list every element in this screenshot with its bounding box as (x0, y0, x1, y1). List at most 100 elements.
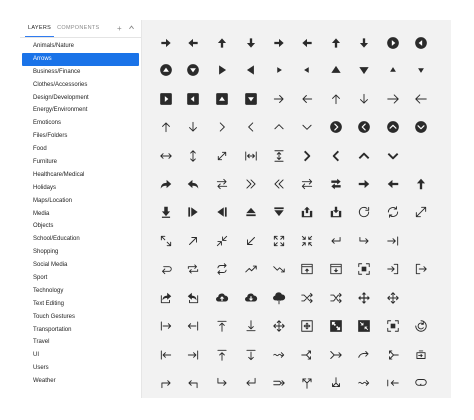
category-item[interactable]: UI (20, 349, 141, 362)
chevron-double-left-icon[interactable] (266, 171, 293, 198)
arrow-right-to-bar-alt-icon[interactable] (180, 342, 207, 369)
expand-corners-icon[interactable] (153, 228, 180, 255)
return-left-icon[interactable] (323, 228, 350, 255)
arrow-up-filled-icon[interactable] (323, 30, 350, 57)
cloud-download-icon[interactable] (238, 285, 265, 312)
triangle-left-icon[interactable] (238, 57, 265, 84)
category-item[interactable]: Maps/Location (20, 195, 141, 208)
category-item[interactable]: School/Education (20, 233, 141, 246)
arrow-right-to-bar-icon[interactable] (153, 313, 180, 340)
shrink-diagonal-icon[interactable] (209, 228, 236, 255)
triangle-down-small-icon[interactable] (408, 57, 435, 84)
chevron-double-right-icon[interactable] (238, 171, 265, 198)
square-triangle-up-icon[interactable] (209, 86, 236, 113)
shuffle-alt-icon[interactable] (323, 285, 350, 312)
download-box-icon[interactable] (323, 199, 350, 226)
category-item[interactable]: Objects (20, 220, 141, 233)
category-item[interactable]: Furniture (20, 156, 141, 169)
corner-down-right-icon[interactable] (209, 370, 236, 397)
arrow-up-filled-icon[interactable] (209, 30, 236, 57)
arrow-right-filled-icon[interactable] (266, 30, 293, 57)
cloud-upload-alt-icon[interactable] (266, 285, 293, 312)
swap-horizontal-bold-icon[interactable] (323, 171, 350, 198)
corner-up-right-icon[interactable] (153, 370, 180, 397)
arrow-split-down-icon[interactable] (323, 370, 350, 397)
arrows-vertical-bar-icon[interactable] (266, 143, 293, 170)
arrow-up-right-icon[interactable] (180, 228, 207, 255)
chevron-left-icon[interactable] (238, 114, 265, 141)
frame-corners-icon[interactable] (351, 256, 378, 283)
arrow-right-thin-icon[interactable] (266, 86, 293, 113)
category-item[interactable]: Animals/Nature (20, 40, 141, 53)
category-item[interactable]: Business/Finance (20, 66, 141, 79)
triangle-down-icon[interactable] (351, 57, 378, 84)
logout-arrow-icon[interactable] (408, 256, 435, 283)
share-box-icon[interactable] (153, 285, 180, 312)
corner-up-left-icon[interactable] (180, 370, 207, 397)
login-arrow-icon[interactable] (380, 256, 407, 283)
triangle-up-small-icon[interactable] (380, 57, 407, 84)
bar-triangle-right-icon[interactable] (180, 199, 207, 226)
rotate-cw-icon[interactable] (351, 199, 378, 226)
window-arrow-down-icon[interactable] (323, 256, 350, 283)
square-play-right-icon[interactable] (153, 86, 180, 113)
category-item[interactable]: Files/Folders (20, 130, 141, 143)
category-item[interactable]: Social Media (20, 259, 141, 272)
trending-down-icon[interactable] (266, 256, 293, 283)
arrow-up-bold-icon[interactable] (408, 171, 435, 198)
trending-up-icon[interactable] (238, 256, 265, 283)
window-arrow-up-icon[interactable] (294, 256, 321, 283)
arrow-down-filled-icon[interactable] (351, 30, 378, 57)
arrows-diagonal-icon[interactable] (209, 143, 236, 170)
category-item[interactable]: Arrows (22, 52, 139, 66)
arrow-up-bar-alt-icon[interactable] (209, 342, 236, 369)
chevron-left-bold-icon[interactable] (323, 143, 350, 170)
exchange-horizontal-icon[interactable] (209, 171, 236, 198)
arrows-vertical-icon[interactable] (180, 143, 207, 170)
category-item[interactable]: Healthcare/Medical (20, 169, 141, 182)
arrow-right-curved-icon[interactable] (351, 342, 378, 369)
arrow-right-split-icon[interactable] (266, 370, 293, 397)
collapse-square-icon[interactable] (351, 313, 378, 340)
category-item[interactable]: Text Editing (20, 298, 141, 311)
circle-chevron-right-icon[interactable] (323, 114, 350, 141)
shuffle-icon[interactable] (294, 285, 321, 312)
category-item[interactable]: Food (20, 143, 141, 156)
expand-square-icon[interactable] (323, 313, 350, 340)
battery-loop-icon[interactable] (408, 342, 435, 369)
category-item[interactable]: Weather (20, 375, 141, 388)
arrow-right-wavy-icon[interactable] (266, 342, 293, 369)
add-icon[interactable]: + (117, 24, 122, 33)
chevron-right-icon[interactable] (209, 114, 236, 141)
square-triangle-down-icon[interactable] (238, 86, 265, 113)
category-item[interactable]: Transportation (20, 324, 141, 337)
move-thin-icon[interactable] (266, 313, 293, 340)
merge-arrow-icon[interactable] (323, 342, 350, 369)
arrow-right-bold-icon[interactable] (351, 171, 378, 198)
circle-chevron-left-icon[interactable] (351, 114, 378, 141)
arrow-up-line-icon[interactable] (153, 114, 180, 141)
triangle-up-icon[interactable] (323, 57, 350, 84)
arrow-down-line-icon[interactable] (180, 114, 207, 141)
arrow-down-thin-icon[interactable] (351, 86, 378, 113)
split-left-icon[interactable] (380, 342, 407, 369)
chevron-right-bold-icon[interactable] (294, 143, 321, 170)
arrow-right-to-line-icon[interactable] (380, 228, 407, 255)
move-icon[interactable] (351, 285, 378, 312)
move-alt-icon[interactable] (380, 285, 407, 312)
circle-chevron-up-icon[interactable] (380, 114, 407, 141)
arrows-in-icon[interactable] (294, 228, 321, 255)
triangle-right-small-icon[interactable] (266, 57, 293, 84)
arrows-out-icon[interactable] (266, 228, 293, 255)
repeat-alt-icon[interactable] (209, 256, 236, 283)
circle-play-right-icon[interactable] (380, 30, 407, 57)
cloud-upload-icon[interactable] (209, 285, 236, 312)
arrow-right-wavy-alt-icon[interactable] (351, 370, 378, 397)
expand-diagonal-icon[interactable] (408, 199, 435, 226)
arrow-left-filled-icon[interactable] (180, 30, 207, 57)
tab-layers[interactable]: LAYERS (25, 20, 55, 37)
circle-chevron-down-icon[interactable] (408, 114, 435, 141)
arrow-right-filled-icon[interactable] (153, 30, 180, 57)
category-item[interactable]: Energy/Environment (20, 104, 141, 117)
circle-play-left-icon[interactable] (408, 30, 435, 57)
